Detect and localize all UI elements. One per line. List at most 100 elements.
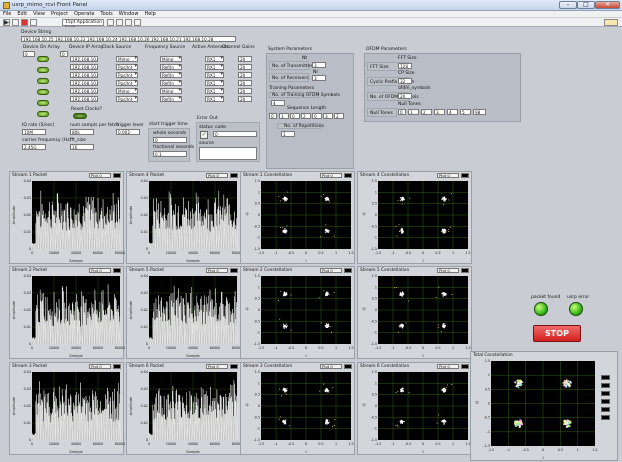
null-tone-field[interactable]: 3 — [434, 109, 445, 115]
seq-len-index[interactable]: 0 — [269, 113, 277, 119]
device-on-led-6[interactable] — [37, 111, 49, 117]
abort-icon[interactable] — [21, 19, 28, 26]
n-tx-field[interactable]: 3 — [312, 62, 326, 68]
device-ip-field[interactable]: 192.168.10.28 — [70, 96, 98, 102]
device-string-field[interactable]: 192.168.10.25 192.168.10.22 192.168.10.2… — [21, 36, 236, 42]
y-tick-label: 0.03 — [141, 387, 148, 391]
active-antenna-ring[interactable]: RX1 — [205, 80, 224, 86]
fft-size-small-field[interactable]: 16 — [70, 144, 94, 150]
device-ip-field[interactable]: 192.168.10.21 — [70, 88, 98, 94]
null-tone-field[interactable]: 4 — [447, 109, 458, 115]
x-axis-label: Sample — [186, 354, 200, 358]
run-arrow-icon[interactable] — [3, 19, 10, 26]
device-ip-array-index[interactable]: 0 — [60, 51, 68, 57]
distribute-icon[interactable] — [116, 19, 123, 26]
channel-gain-field[interactable]: 20 — [238, 80, 252, 86]
null-tone-field[interactable]: 5 — [460, 109, 471, 115]
y-tick-label: 1 — [258, 285, 260, 289]
constellation-point — [400, 197, 402, 199]
n-train-field[interactable]: 4 — [271, 100, 285, 106]
frequency-source-ring[interactable]: Mimo — [160, 88, 182, 94]
menu-project[interactable]: Project — [48, 11, 71, 18]
align-icon[interactable] — [107, 19, 114, 26]
device-ip-field[interactable]: 192.168.10.22 — [70, 64, 98, 70]
device-on-led-1[interactable] — [37, 56, 49, 62]
iq-rate-field[interactable]: 10M — [22, 129, 46, 135]
device-on-led-2[interactable] — [37, 67, 49, 73]
null-tones-index[interactable]: 0 — [398, 109, 406, 115]
stop-button[interactable]: STOP — [533, 325, 581, 342]
whole-seconds-field[interactable]: 0 — [153, 137, 187, 143]
maximize-button[interactable]: □ — [577, 1, 595, 9]
seq-len-field[interactable]: 0 — [290, 113, 300, 119]
minimize-button[interactable]: – — [559, 1, 577, 9]
seq-len-field[interactable]: 3 — [323, 113, 333, 119]
cp-field[interactable]: 32 — [398, 78, 412, 84]
device-on-led-3[interactable] — [37, 78, 49, 84]
seq-len-field[interactable]: 1 — [279, 113, 289, 119]
n-rep-field[interactable]: 1 — [281, 131, 295, 137]
frequency-source-ring[interactable]: Ref/In — [160, 96, 182, 102]
device-on-led-5[interactable] — [37, 100, 49, 106]
null-tone-field[interactable]: 98 — [473, 109, 486, 115]
num-samps-field[interactable]: 80k — [70, 129, 94, 135]
menu-edit[interactable]: Edit — [14, 11, 30, 18]
constellation-point — [517, 382, 520, 385]
active-antenna-ring[interactable]: RX1 — [205, 72, 224, 78]
channel-gain-field[interactable]: 20 — [238, 88, 252, 94]
device-ip-field[interactable]: 192.168.10.25 — [70, 56, 98, 62]
run-continuously-icon[interactable] — [12, 19, 19, 26]
active-antenna-ring[interactable]: RX1 — [205, 96, 224, 102]
x-tick-label: -1.5 — [258, 251, 264, 255]
close-button[interactable]: ✕ — [595, 1, 620, 9]
fractional-seconds-field[interactable]: 0.1 — [153, 151, 187, 157]
channel-gain-field[interactable]: 20 — [238, 72, 252, 78]
device-ip-field[interactable]: 192.168.10.26 — [70, 80, 98, 86]
null-tone-field[interactable]: 2 — [421, 109, 432, 115]
menu-operate[interactable]: Operate — [71, 11, 97, 18]
clock-source-ring[interactable]: Pps/Int — [116, 64, 138, 70]
channel-gain-field[interactable]: 20 — [238, 64, 252, 70]
clock-source-ring[interactable]: Mimo — [116, 88, 138, 94]
active-antenna-ring[interactable]: RX1 — [205, 64, 224, 70]
reorder-icon[interactable] — [134, 19, 141, 26]
clock-source-ring[interactable]: Pps/Int — [116, 80, 138, 86]
null-tone-field[interactable]: 1 — [408, 109, 419, 115]
active-antenna-ring[interactable]: RX1 — [205, 88, 224, 94]
clock-source-ring[interactable]: Pps/Int — [116, 96, 138, 102]
menu-file[interactable]: File — [0, 11, 14, 18]
menu-view[interactable]: View — [30, 11, 48, 18]
menu-tools[interactable]: Tools — [97, 11, 115, 18]
clock-source-ring[interactable]: Mimo — [116, 56, 138, 62]
menu-window[interactable]: Window — [116, 11, 142, 18]
carrier-frequency-field[interactable]: 2.45G — [22, 144, 46, 150]
frequency-source-ring[interactable]: Ref/In — [160, 80, 182, 86]
device-ip-field[interactable]: 192.168.10.24 — [70, 72, 98, 78]
resize-icon[interactable] — [125, 19, 132, 26]
channel-gain-field[interactable]: 20 — [238, 56, 252, 62]
active-antenna-ring[interactable]: RX1 — [205, 56, 224, 62]
constellation-point — [324, 390, 326, 392]
pause-icon[interactable] — [30, 19, 37, 26]
n-rx-field[interactable]: 3 — [312, 75, 326, 81]
x-axis-label: Sample — [69, 354, 83, 358]
frequency-source-ring[interactable]: Ref/In — [160, 64, 182, 70]
device-on-led-4[interactable] — [37, 89, 49, 95]
seq-len-field[interactable]: 2 — [301, 113, 311, 119]
frequency-source-ring[interactable]: Mimo — [160, 56, 182, 62]
null-tones-box: Null Tones — [367, 108, 397, 117]
seq-len-field[interactable]: 0 — [312, 113, 322, 119]
x-tick-label: -1.5 — [258, 442, 264, 446]
frequency-source-ring[interactable]: Ref/In — [160, 72, 182, 78]
menu-help[interactable]: Help — [141, 11, 158, 18]
reset-clocks-button[interactable] — [73, 113, 87, 119]
trigger-level-field[interactable]: 0.002 — [116, 129, 140, 135]
context-help-icon[interactable] — [604, 19, 618, 26]
device-on-array-index[interactable]: 0 — [23, 51, 35, 57]
seq-len-field[interactable]: 2 — [334, 113, 344, 119]
clock-source-ring[interactable]: Pps/Int — [116, 72, 138, 78]
font-selector[interactable]: 15pt Application Font — [62, 19, 104, 31]
channel-gain-field[interactable]: 20 — [238, 96, 252, 102]
fft-size-field[interactable]: 128 — [398, 63, 412, 69]
n-sym-field[interactable]: 20 — [398, 93, 412, 99]
